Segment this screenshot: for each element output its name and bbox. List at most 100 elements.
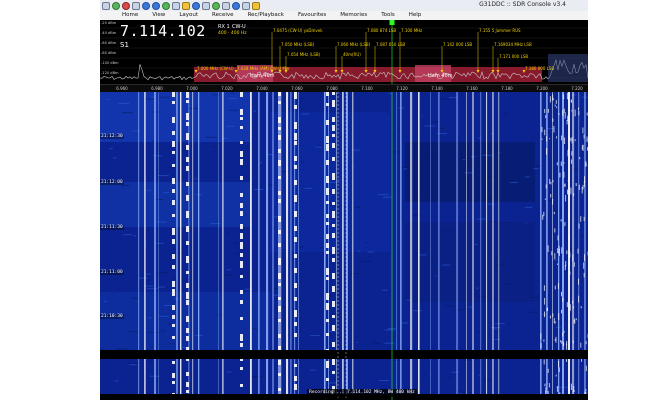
menu-layout[interactable]: Layout: [179, 11, 198, 20]
dense-signal: [566, 344, 568, 350]
cw-signal-segment: [172, 200, 175, 205]
waterfall-gap: [100, 350, 588, 359]
frequency-marker-label[interactable]: 7.028 MHz (AM) CW-U Mer: [237, 66, 290, 71]
memory-icon[interactable]: [182, 1, 190, 10]
frequency-marker-label[interactable]: 7.050 MHz (LSB): [281, 42, 314, 47]
noise-streak: [367, 251, 375, 253]
cw-signal-segment: [294, 92, 297, 99]
dense-signal: [557, 248, 559, 254]
dense-signal: [554, 285, 556, 290]
dense-signal: [553, 211, 555, 215]
tuning-marker-handle: [389, 20, 395, 25]
dense-signal: [544, 311, 545, 318]
signal-icon[interactable]: [212, 1, 220, 10]
menu-home[interactable]: Home: [122, 11, 138, 20]
dense-signal: [573, 390, 575, 392]
menu-view[interactable]: View: [152, 11, 165, 20]
dense-signal: [585, 365, 587, 372]
menu-memories[interactable]: Memories: [340, 11, 367, 20]
frequency-marker-label[interactable]: 40m(RU): [343, 52, 361, 57]
frequency-marker-label[interactable]: 7.054 MHz (LSB): [287, 52, 320, 57]
menu-rec-playback[interactable]: Rec/Playback: [248, 11, 284, 20]
stop-icon[interactable]: [132, 1, 140, 10]
scan-icon[interactable]: [152, 1, 160, 10]
frequency-marker-label[interactable]: 7.080 874 LSB: [367, 28, 396, 33]
noise-streak: [113, 279, 116, 281]
noise-streak: [529, 311, 537, 313]
dense-signal: [555, 374, 557, 377]
frequency-marker-label[interactable]: 7.060 MHz (LSB): [337, 42, 370, 47]
cw-signal-segment: [186, 241, 189, 245]
dense-signal: [575, 183, 577, 186]
noise-streak: [383, 196, 393, 198]
dense-signal: [562, 332, 564, 337]
dense-signal: [583, 262, 585, 269]
globe-icon[interactable]: [192, 1, 200, 10]
cw-signal-segment: [294, 254, 297, 258]
waterfall-timestamp: 21:12:30: [100, 134, 124, 139]
dense-signal: [563, 342, 565, 347]
dense-signal: [550, 194, 552, 198]
scale-tick-label: 7.200: [536, 86, 548, 91]
menu-help[interactable]: Help: [409, 11, 422, 20]
frequency-marker-label[interactable]: 7.142 000 LSB: [443, 42, 472, 47]
dense-signal: [567, 115, 569, 121]
settings-icon[interactable]: [172, 1, 180, 10]
cw-signal-segment: [240, 367, 243, 370]
noise-streak: [300, 161, 306, 163]
noise-streak: [510, 120, 513, 122]
window-icon[interactable]: [242, 1, 250, 10]
frequency-marker-label[interactable]: 7.171 000 LSB: [499, 54, 528, 59]
help-icon[interactable]: [252, 1, 260, 10]
dense-signal: [585, 341, 587, 345]
cw-signal-segment: [294, 165, 297, 169]
frequency-marker-label[interactable]: 7.087 050 LSB: [376, 42, 405, 47]
cw-signal-segment: [332, 315, 335, 318]
noise-streak: [227, 97, 238, 99]
cw-signal-segment: [326, 92, 329, 96]
noise-streak: [495, 264, 506, 266]
frequency-marker-label[interactable]: 7.180 000 LSB: [525, 66, 554, 71]
frequency-marker-label[interactable]: 7.155 5 Jammer RUS: [479, 28, 521, 33]
cw-signal-segment: [294, 195, 297, 202]
cw-signal-segment: [294, 297, 297, 301]
frequency-marker-label[interactable]: 7.000 MHz (CW-U): [197, 66, 234, 71]
layout-icon[interactable]: [202, 1, 210, 10]
dense-signal: [585, 161, 587, 167]
save-icon[interactable]: [102, 1, 110, 10]
menu-favourites[interactable]: Favourites: [298, 11, 326, 20]
frequency-marker-label[interactable]: 7.169034 MHz LSB: [494, 42, 532, 47]
waterfall-display[interactable]: 21:12:30 21:12:00 21:11:30 21:11:00 21:1…: [100, 92, 588, 400]
noise-streak: [338, 179, 341, 181]
zoom-icon[interactable]: [232, 1, 240, 10]
frequency-marker-label[interactable]: 7.100 MHz: [401, 28, 422, 33]
noise-streak: [304, 187, 313, 189]
scale-tick-label: 7.080: [326, 86, 338, 91]
dense-signal: [561, 291, 562, 297]
dense-signal: [583, 180, 585, 187]
mode-label[interactable]: CW-U: [232, 24, 246, 30]
cw-signal-segment: [186, 113, 189, 120]
record-icon[interactable]: [122, 1, 130, 10]
dense-signal: [564, 112, 566, 119]
dense-signal: [546, 136, 548, 142]
spectrum-display[interactable]: -20 dBm -40 dBm -60 dBm -80 dBm -100 dBm…: [100, 20, 588, 84]
connect-icon[interactable]: [162, 1, 170, 10]
cw-signal-segment: [186, 316, 189, 322]
frequency-marker-label[interactable]: 7.0475 (CW-U) yaDmvek: [273, 28, 323, 33]
radio-icon[interactable]: [142, 1, 150, 10]
menu-receive[interactable]: Receive: [212, 11, 234, 20]
play-icon[interactable]: [112, 1, 120, 10]
cw-signal-segment: [186, 390, 189, 393]
menu-tools[interactable]: Tools: [381, 11, 395, 20]
cw-signal-segment: [326, 222, 329, 225]
frequency-display[interactable]: 7.114.102: [120, 22, 206, 40]
noise-streak: [159, 330, 166, 332]
cw-signal-segment: [294, 133, 297, 140]
display-icon[interactable]: [222, 1, 230, 10]
cw-signal-segment: [278, 373, 281, 376]
cw-signal-segment: [240, 317, 243, 320]
dense-signal: [552, 94, 554, 101]
cw-signal-segment: [294, 226, 297, 231]
cw-signal-segment: [332, 233, 335, 238]
